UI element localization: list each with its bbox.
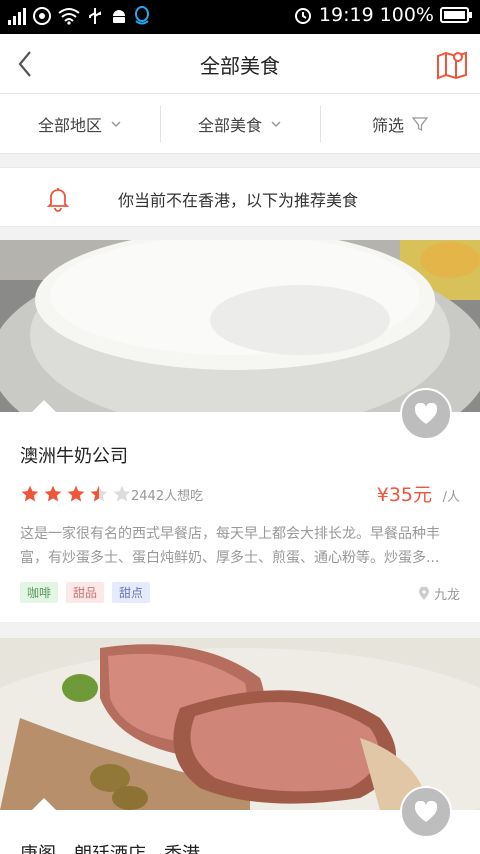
tag: 甜品 xyxy=(66,582,105,603)
want-count: 2442人想吃 xyxy=(131,489,204,504)
qq-icon xyxy=(135,6,149,25)
price-unit: /人 xyxy=(442,490,460,505)
filter-screen[interactable]: 筛选 xyxy=(320,94,480,153)
favorite-button[interactable] xyxy=(400,786,452,838)
heart-icon xyxy=(414,801,438,822)
carrier-icon xyxy=(33,7,51,25)
chevron-down-icon xyxy=(271,120,281,127)
filter-screen-label: 筛选 xyxy=(371,115,404,135)
wifi-icon xyxy=(58,8,80,25)
status-bar: 19:19 100% xyxy=(0,0,480,34)
star-rating xyxy=(20,484,132,504)
photo-notch xyxy=(32,400,56,412)
location-text: 九龙 xyxy=(433,588,460,603)
star-icon xyxy=(67,485,85,502)
filter-bar: 全部地区 全部美食 筛选 xyxy=(0,94,480,154)
favorite-button[interactable] xyxy=(400,388,452,440)
restaurant-photo xyxy=(0,240,480,412)
filter-cuisine[interactable]: 全部美食 xyxy=(160,94,320,153)
restaurant-photo xyxy=(0,638,480,810)
restaurant-card[interactable]: 唐阁 - 朗廷酒店，香港 xyxy=(0,638,480,854)
price: ¥35元 xyxy=(376,484,432,506)
roast-meat-image xyxy=(0,638,480,810)
star-icon xyxy=(21,485,39,502)
filter-cuisine-label: 全部美食 xyxy=(197,115,262,135)
tag: 咖啡 xyxy=(20,582,59,603)
restaurant-description: 这是一家很有名的西式早餐店，每天早上都会大排长龙。早餐品种丰富，有炒蛋多士、蛋白… xyxy=(20,526,440,566)
location-pin-icon xyxy=(418,586,429,600)
notice-text: 你当前不在香港，以下为推荐美食 xyxy=(118,191,359,210)
battery-text: 100% xyxy=(379,4,434,26)
nav-bar: 全部美食 xyxy=(0,34,480,94)
status-left xyxy=(8,6,150,26)
filter-region-label: 全部地区 xyxy=(37,115,102,135)
half-star-icon xyxy=(90,485,108,502)
status-right: 19:19 100% xyxy=(293,4,472,26)
empty-star-icon xyxy=(113,485,131,502)
map-button[interactable] xyxy=(434,46,470,82)
funnel-icon xyxy=(412,116,428,131)
restaurant-name: 唐阁 - 朗廷酒店，香港 xyxy=(20,840,200,854)
filter-region[interactable]: 全部地区 xyxy=(0,94,160,153)
restaurant-name: 澳洲牛奶公司 xyxy=(20,446,128,467)
usb-icon xyxy=(89,8,101,24)
android-icon xyxy=(113,10,125,23)
heart-icon xyxy=(414,403,438,424)
battery-icon xyxy=(440,7,472,23)
milk-pudding-image xyxy=(0,240,480,412)
restaurant-card[interactable]: 澳洲牛奶公司 2442人想吃 ¥35元 /人 这是一家很有名的西式早餐店，每天早… xyxy=(0,240,480,622)
location: 九龙 xyxy=(418,584,460,603)
tag: 甜点 xyxy=(112,582,151,603)
location-notice: 你当前不在香港，以下为推荐美食 xyxy=(0,167,480,227)
photo-notch xyxy=(32,798,56,810)
page-title: 全部美食 xyxy=(200,54,280,78)
star-icon xyxy=(44,485,62,502)
clock-text: 19:19 xyxy=(318,4,374,26)
bell-icon xyxy=(46,188,70,212)
signal-icon xyxy=(8,7,26,25)
alarm-icon xyxy=(294,8,311,24)
tag-list: 咖啡 甜品 甜点 xyxy=(20,582,151,603)
chevron-down-icon xyxy=(111,120,121,127)
